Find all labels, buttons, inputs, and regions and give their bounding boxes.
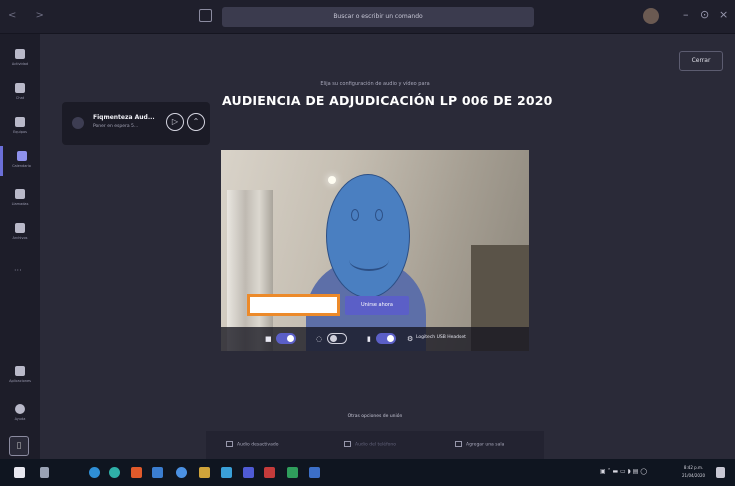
video-preview: Unirse ahora ■ ◌ ▮ ⚙ Logitech USB Headse… bbox=[221, 150, 529, 351]
call-name: Fiqmenteza Aud... bbox=[93, 114, 155, 121]
smiley-face-overlay bbox=[326, 174, 410, 298]
search-input[interactable]: Buscar o escribir un comando bbox=[222, 7, 534, 27]
app-sidebar: Actividad Chat Equipos Calendario Llamad… bbox=[0, 34, 40, 459]
expand-icon[interactable]: ⌃ bbox=[187, 113, 205, 131]
audio-off-option[interactable]: Audio desactivado bbox=[226, 441, 278, 448]
office-icon[interactable] bbox=[131, 467, 142, 478]
outlook-icon[interactable] bbox=[221, 467, 232, 478]
avatar[interactable] bbox=[643, 8, 659, 24]
audio-device-label[interactable]: Logitech USB Headset bbox=[416, 335, 466, 340]
sidebar-item-apps[interactable]: Aplicaciones bbox=[0, 361, 40, 391]
speaker-off-icon bbox=[226, 441, 233, 447]
chat-icon bbox=[15, 83, 25, 93]
more-apps-icon[interactable]: ··· bbox=[14, 266, 22, 275]
app-icon-2[interactable] bbox=[152, 467, 163, 478]
sidebar-item-label: Actividad bbox=[11, 62, 29, 66]
play-icon[interactable]: ▷ bbox=[166, 113, 184, 131]
bell-icon bbox=[15, 49, 25, 59]
add-room-option[interactable]: Agregar una sala bbox=[455, 441, 504, 448]
sidebar-item-label: Equipos bbox=[13, 130, 27, 134]
compose-icon[interactable] bbox=[199, 9, 212, 22]
sidebar-item-help[interactable]: Ayuda bbox=[0, 399, 40, 429]
edge-icon[interactable] bbox=[89, 467, 100, 478]
camera-icon: ■ bbox=[265, 335, 272, 343]
sidebar-item-label: Aplicaciones bbox=[9, 379, 31, 383]
restore-button[interactable]: ⊙ bbox=[700, 8, 709, 21]
blur-icon: ◌ bbox=[316, 335, 323, 343]
call-status: Poner en espera 5... bbox=[93, 124, 139, 129]
teams-icon bbox=[15, 117, 25, 127]
apps-icon bbox=[15, 366, 25, 376]
clock[interactable]: 8:42 p.m. 21/04/2020 bbox=[682, 464, 705, 480]
excel-icon[interactable] bbox=[287, 467, 298, 478]
close-button[interactable]: Cerrar bbox=[679, 51, 723, 71]
sidebar-item-calls[interactable]: Llamadas bbox=[0, 184, 40, 214]
phone-audio-option[interactable]: Audio del teléfono bbox=[344, 441, 396, 448]
calendar-icon bbox=[16, 151, 27, 161]
word-icon[interactable] bbox=[309, 467, 320, 478]
sidebar-item-files[interactable]: Archivos bbox=[0, 218, 40, 248]
device-controls: ■ ◌ ▮ ⚙ Logitech USB Headset bbox=[221, 327, 529, 351]
nav-arrows[interactable]: < > bbox=[8, 10, 52, 21]
left-eye bbox=[351, 209, 359, 221]
sidebar-item-calendar[interactable]: Calendario bbox=[0, 146, 40, 176]
meeting-title: AUDIENCIA DE ADJUDICACIÓN LP 006 DE 2020 bbox=[222, 93, 553, 108]
explorer-icon[interactable] bbox=[199, 467, 210, 478]
sidebar-item-label: Ayuda bbox=[14, 417, 26, 421]
gear-icon[interactable]: ⚙ bbox=[407, 335, 413, 343]
app-icon-3[interactable] bbox=[264, 467, 275, 478]
notifications-icon[interactable] bbox=[716, 467, 725, 478]
windows-start-icon[interactable] bbox=[14, 467, 25, 478]
sidebar-item-activity[interactable]: Actividad bbox=[0, 44, 40, 74]
sidebar-item-label: Chat bbox=[15, 96, 25, 100]
prejoin-subtitle: Elija su configuración de audio y vídeo … bbox=[320, 81, 430, 87]
other-options-heading: Otras opciones de unión bbox=[347, 414, 403, 419]
sidebar-item-teams[interactable]: Equipos bbox=[0, 112, 40, 142]
sidebar-item-label: Calendario bbox=[12, 164, 31, 168]
blur-toggle[interactable] bbox=[327, 333, 347, 344]
system-tray[interactable]: ▣ ˄ ▬ ▭ ◗ ▤ ◯ bbox=[600, 468, 647, 475]
close-window-button[interactable]: × bbox=[719, 8, 728, 21]
join-options-bar: Audio desactivado Audio del teléfono Agr… bbox=[206, 431, 544, 459]
join-now-button[interactable]: Unirse ahora bbox=[345, 296, 409, 315]
windows-taskbar: ▣ ˄ ▬ ▭ ◗ ▤ ◯ 8:42 p.m. 21/04/2020 bbox=[0, 459, 735, 486]
app-icon-1[interactable] bbox=[109, 467, 120, 478]
chrome-icon[interactable] bbox=[176, 467, 187, 478]
mouth bbox=[349, 249, 389, 271]
sidebar-item-chat[interactable]: Chat bbox=[0, 78, 40, 108]
microphone-icon: ▮ bbox=[367, 335, 371, 343]
right-eye bbox=[375, 209, 383, 221]
room-icon bbox=[455, 441, 462, 447]
sidebar-item-label: Llamadas bbox=[11, 202, 29, 206]
teams-taskbar-icon[interactable] bbox=[243, 467, 254, 478]
light-bulb bbox=[328, 176, 336, 184]
task-view-icon[interactable] bbox=[40, 467, 49, 478]
file-icon bbox=[15, 223, 25, 233]
name-input[interactable] bbox=[247, 294, 340, 316]
camera-toggle[interactable] bbox=[276, 333, 296, 344]
phone-icon bbox=[344, 441, 351, 447]
call-avatar-icon bbox=[72, 117, 84, 129]
active-call-pill[interactable]: Fiqmenteza Aud... Poner en espera 5... ▷… bbox=[62, 102, 210, 145]
title-bar: < > Buscar o escribir un comando – ⊙ × bbox=[0, 0, 735, 34]
phone-icon bbox=[15, 189, 25, 199]
minimize-button[interactable]: – bbox=[683, 8, 689, 21]
sidebar-item-label: Archivos bbox=[12, 236, 28, 240]
help-icon bbox=[15, 404, 25, 414]
device-icon[interactable]: ▯ bbox=[9, 436, 29, 456]
microphone-toggle[interactable] bbox=[376, 333, 396, 344]
